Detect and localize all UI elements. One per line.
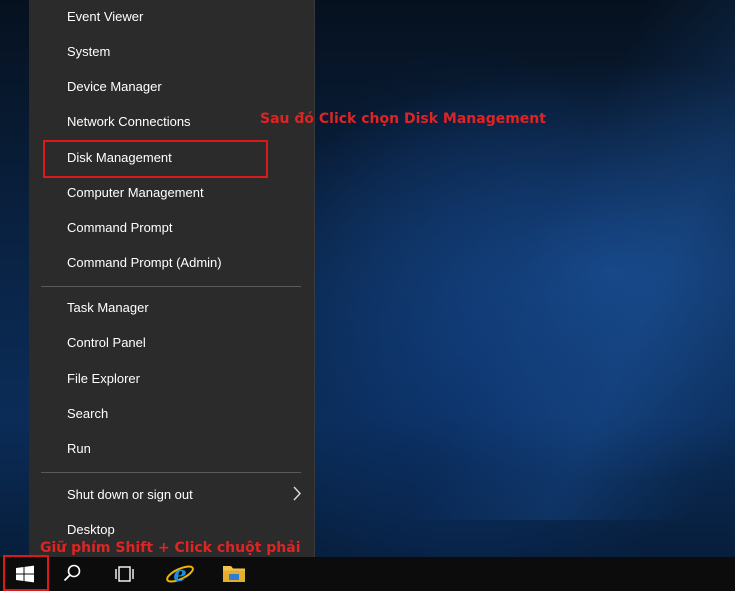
search-icon	[63, 564, 81, 582]
menu-item-label: Command Prompt (Admin)	[67, 255, 222, 270]
menu-separator	[41, 286, 301, 287]
menu-item-computer-management[interactable]: Computer Management	[29, 175, 314, 210]
menu-item-label: Device Manager	[67, 79, 162, 94]
file-explorer-icon	[223, 566, 245, 582]
desktop-light-beam	[330, 0, 735, 520]
task-view-button[interactable]	[104, 557, 144, 591]
menu-item-device-manager[interactable]: Device Manager	[29, 69, 314, 104]
menu-item-run[interactable]: Run	[29, 431, 314, 466]
menu-item-label: Run	[67, 441, 91, 456]
bottom-border	[0, 591, 735, 597]
chevron-right-icon	[292, 477, 302, 510]
annotation-step2: Sau đó Click chọn Disk Management	[260, 111, 546, 127]
menu-item-system[interactable]: System	[29, 34, 314, 69]
menu-item-file-explorer[interactable]: File Explorer	[29, 361, 314, 396]
menu-item-search[interactable]: Search	[29, 396, 314, 431]
menu-item-label: Task Manager	[67, 300, 149, 315]
menu-item-shut-down[interactable]: Shut down or sign out	[29, 477, 314, 512]
internet-explorer-icon: e	[166, 561, 194, 586]
menu-item-command-prompt[interactable]: Command Prompt	[29, 210, 314, 245]
taskbar: e	[0, 557, 735, 591]
menu-item-control-panel[interactable]: Control Panel	[29, 325, 314, 360]
menu-item-label: Network Connections	[67, 114, 191, 129]
power-user-menu: Event Viewer System Device Manager Netwo…	[29, 0, 315, 557]
start-button-highlight	[3, 555, 49, 591]
menu-item-command-prompt-admin[interactable]: Command Prompt (Admin)	[29, 245, 314, 280]
menu-item-label: Control Panel	[67, 335, 146, 350]
menu-item-event-viewer[interactable]: Event Viewer	[29, 0, 314, 34]
taskbar-search-button[interactable]	[52, 557, 92, 591]
menu-item-label: Search	[67, 406, 109, 421]
menu-item-label: Computer Management	[67, 185, 204, 200]
menu-item-label: Command Prompt	[67, 220, 173, 235]
menu-item-label: System	[67, 44, 111, 59]
menu-item-label: Event Viewer	[67, 9, 144, 24]
menu-item-label: File Explorer	[67, 371, 140, 386]
file-explorer-button[interactable]	[214, 557, 254, 591]
task-view-icon	[115, 566, 134, 582]
menu-item-task-manager[interactable]: Task Manager	[29, 290, 314, 325]
desktop-background: Event Viewer System Device Manager Netwo…	[0, 0, 735, 597]
menu-separator	[41, 472, 301, 473]
svg-text:e: e	[173, 561, 186, 586]
disk-management-highlight	[43, 140, 268, 178]
menu-item-label: Shut down or sign out	[67, 487, 193, 502]
internet-explorer-button[interactable]: e	[160, 557, 200, 591]
annotation-step1: Giữ phím Shift + Click chuột phải	[40, 540, 301, 556]
